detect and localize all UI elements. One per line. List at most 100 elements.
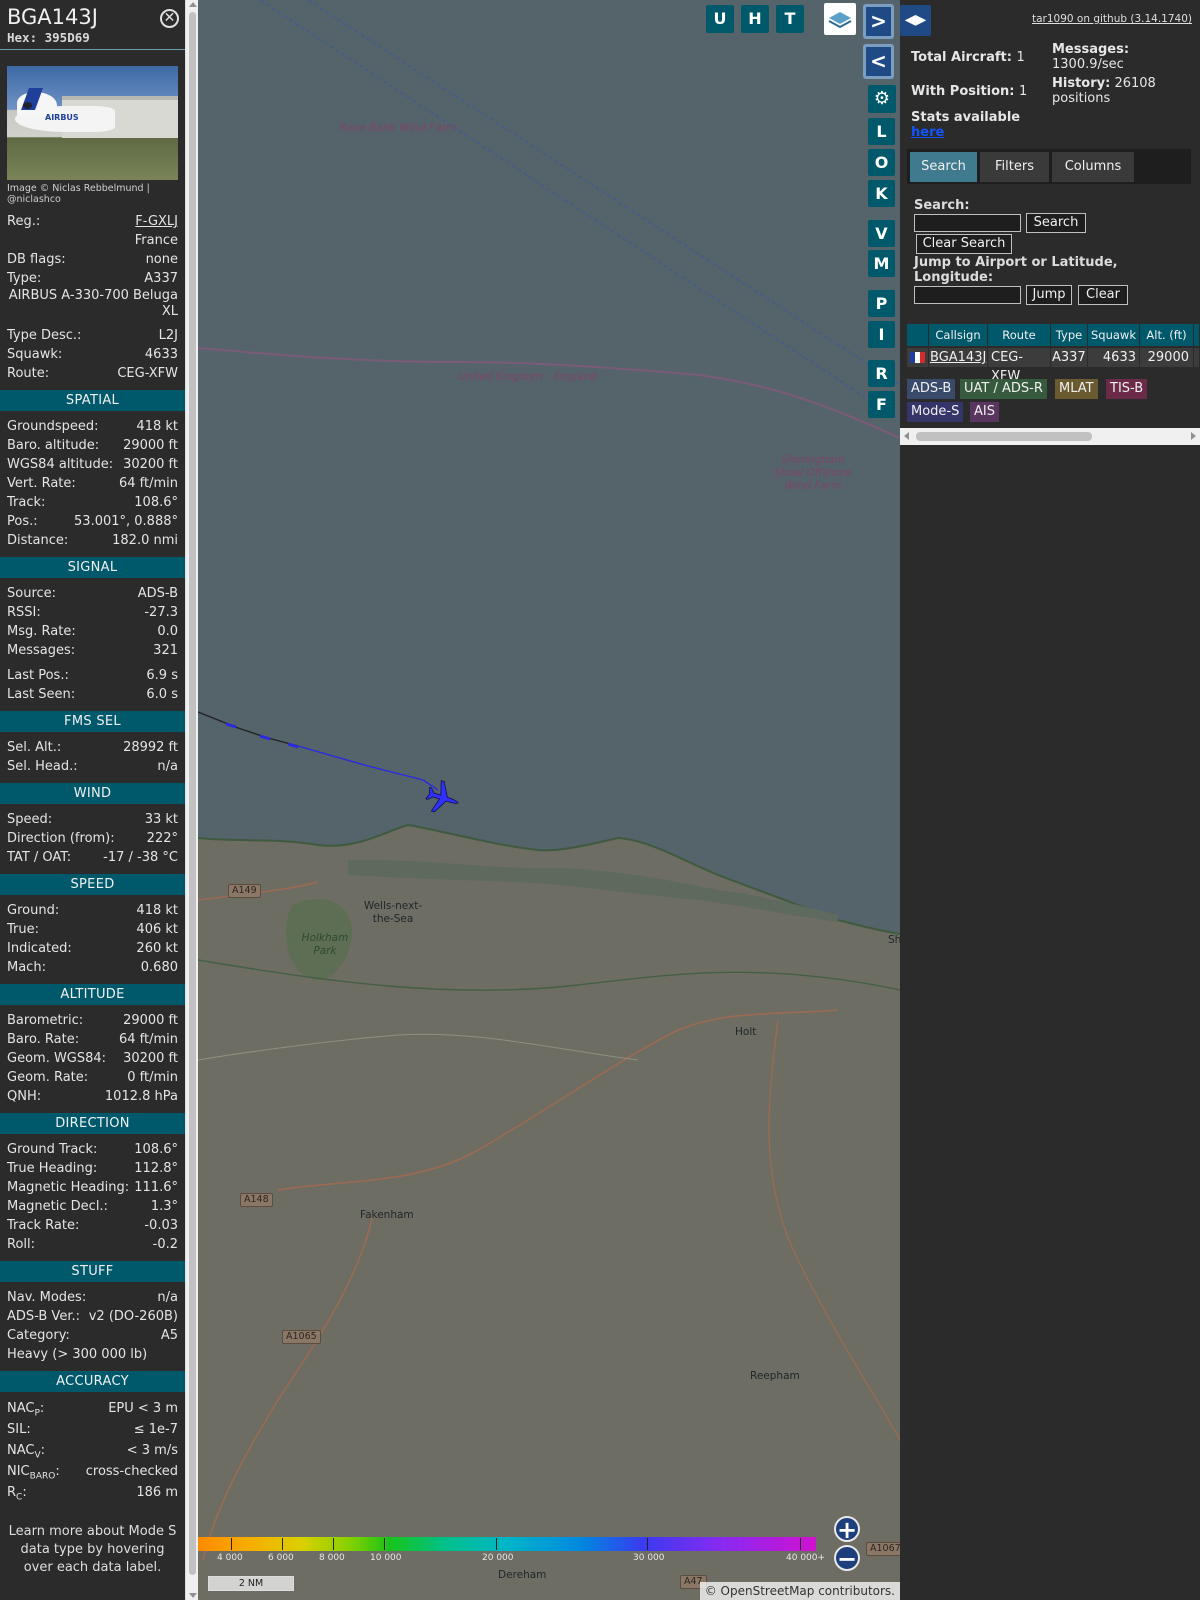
scroll-up-icon[interactable] xyxy=(189,2,197,7)
table-row-route[interactable]: CEG-XFW xyxy=(988,348,1051,384)
scroll-down-icon[interactable] xyxy=(189,1593,197,1598)
map-button-m[interactable]: M xyxy=(868,250,895,277)
speed-label[interactable]: Mach: xyxy=(7,958,46,977)
map-button-l[interactable]: L xyxy=(868,118,895,145)
clear-search-button[interactable]: Clear Search xyxy=(916,234,1012,254)
signal-label[interactable]: Messages: xyxy=(7,641,75,660)
github-link[interactable]: tar1090 on github (3.14.1740) xyxy=(1032,13,1192,25)
signal-label[interactable]: Msg. Rate: xyxy=(7,622,76,641)
stuff-label[interactable]: Category: xyxy=(7,1326,70,1345)
map-view[interactable]: Race Bank Wind Farm United Kingdom Engla… xyxy=(198,0,900,1600)
map-button-r[interactable]: R xyxy=(868,360,895,387)
direction-label[interactable]: Magnetic Heading: xyxy=(7,1178,129,1197)
signal-label[interactable]: Last Pos.: xyxy=(7,666,69,685)
search-button[interactable]: Search xyxy=(1026,213,1086,233)
direction-label[interactable]: Roll: xyxy=(7,1235,35,1254)
info-scrollbar[interactable] xyxy=(185,0,198,1600)
column-header-squawk[interactable]: Squawk xyxy=(1088,324,1140,346)
signal-label[interactable]: Source: xyxy=(7,584,56,603)
accuracy-label[interactable]: RC: xyxy=(7,1482,27,1503)
map-button-k[interactable]: K xyxy=(868,180,895,207)
fms-label[interactable]: Sel. Head.: xyxy=(7,757,78,776)
clear-button[interactable]: Clear xyxy=(1078,285,1128,305)
column-header-callsign[interactable]: Callsign xyxy=(929,324,988,346)
altitude-label[interactable]: Geom. WGS84: xyxy=(7,1049,106,1068)
wind-label[interactable]: Speed: xyxy=(7,810,52,829)
accuracy-label[interactable]: NACV: xyxy=(7,1440,45,1461)
scroll-left-icon[interactable] xyxy=(904,432,909,440)
spatial-label[interactable]: Baro. altitude: xyxy=(7,436,99,455)
accuracy-label[interactable]: NACP: xyxy=(7,1398,44,1419)
spatial-label[interactable]: Vert. Rate: xyxy=(7,474,76,493)
signal-label[interactable]: Last Seen: xyxy=(7,685,75,704)
accuracy-label[interactable]: SIL: xyxy=(7,1419,31,1440)
direction-label[interactable]: Magnetic Decl.: xyxy=(7,1197,108,1216)
spatial-label[interactable]: Groundspeed: xyxy=(7,417,98,436)
map-button-i[interactable]: I xyxy=(868,321,895,348)
aircraft-photo[interactable]: AIRBUS xyxy=(7,66,178,180)
tab-columns[interactable]: Columns xyxy=(1052,152,1134,182)
spatial-label[interactable]: Track: xyxy=(7,493,45,512)
map-button-h[interactable]: H xyxy=(741,5,769,33)
toggle-sidebar-button[interactable]: ◀▶ xyxy=(900,5,931,36)
fms-label[interactable]: Sel. Alt.: xyxy=(7,738,61,757)
stuff-label[interactable]: Nav. Modes: xyxy=(7,1288,86,1307)
column-header-route[interactable]: Route xyxy=(988,324,1051,346)
source-pill-ais[interactable]: AIS xyxy=(970,402,999,422)
source-pill-ads-b[interactable]: ADS-B xyxy=(907,379,956,399)
spatial-label[interactable]: Pos.: xyxy=(7,512,38,531)
signal-label[interactable]: RSSI: xyxy=(7,603,41,622)
tab-search[interactable]: Search xyxy=(910,152,977,182)
direction-label[interactable]: True Heading: xyxy=(7,1159,97,1178)
spatial-label[interactable]: Distance: xyxy=(7,531,68,550)
reg-link[interactable]: F-GXLJ xyxy=(135,212,178,231)
jump-input[interactable] xyxy=(914,286,1021,304)
table-horizontal-scrollbar[interactable] xyxy=(900,428,1200,445)
direction-label[interactable]: Track Rate: xyxy=(7,1216,79,1235)
layers-button[interactable] xyxy=(824,3,856,35)
collapse-left-button[interactable]: < xyxy=(863,44,894,79)
map-button-v[interactable]: V xyxy=(868,220,895,247)
column-header-altitude[interactable]: Alt. (ft) xyxy=(1140,324,1194,346)
wind-label[interactable]: Direction (from): xyxy=(7,829,115,848)
tab-filters[interactable]: Filters xyxy=(980,152,1049,182)
table-row-squawk[interactable]: 4633 xyxy=(1088,348,1140,367)
zoom-in-button[interactable]: + xyxy=(834,1516,860,1542)
table-row-callsign[interactable]: BGA143J xyxy=(929,348,988,367)
source-pill-tis-b[interactable]: TIS-B xyxy=(1106,379,1148,399)
aircraft-icon[interactable] xyxy=(420,780,470,820)
map-button-u[interactable]: U xyxy=(706,5,734,33)
speed-label[interactable]: True: xyxy=(7,920,39,939)
accuracy-label[interactable]: NICBARO: xyxy=(7,1461,60,1482)
source-pill-mode-s[interactable]: Mode-S xyxy=(907,402,964,422)
settings-button[interactable]: ⚙ xyxy=(868,85,896,113)
table-row-type[interactable]: A337 xyxy=(1051,348,1088,367)
speed-label[interactable]: Indicated: xyxy=(7,939,72,958)
stuff-label[interactable]: ADS-B Ver.: xyxy=(7,1307,80,1326)
source-pill-uat-ads-r[interactable]: UAT / ADS-R xyxy=(960,379,1047,399)
zoom-out-button[interactable]: − xyxy=(834,1545,860,1571)
column-header-type[interactable]: Type xyxy=(1051,324,1088,346)
stats-here-link[interactable]: here xyxy=(911,125,944,140)
spatial-label[interactable]: WGS84 altitude: xyxy=(7,455,113,474)
map-button-o[interactable]: O xyxy=(868,149,895,176)
direction-label[interactable]: Ground Track: xyxy=(7,1140,97,1159)
scroll-thumb[interactable] xyxy=(189,12,196,1575)
wind-label[interactable]: TAT / OAT: xyxy=(7,848,71,867)
speed-label[interactable]: Ground: xyxy=(7,901,59,920)
search-input[interactable] xyxy=(914,214,1021,232)
jump-button[interactable]: Jump xyxy=(1026,285,1072,305)
table-row-altitude[interactable]: 29000 xyxy=(1140,348,1194,367)
altitude-label[interactable]: Barometric: xyxy=(7,1011,83,1030)
altitude-label[interactable]: QNH: xyxy=(7,1087,41,1106)
altitude-label[interactable]: Baro. Rate: xyxy=(7,1030,79,1049)
close-icon[interactable]: ✕ xyxy=(160,9,179,28)
map-button-f[interactable]: F xyxy=(868,391,895,418)
altitude-label[interactable]: Geom. Rate: xyxy=(7,1068,88,1087)
scroll-right-icon[interactable] xyxy=(1191,432,1196,440)
map-button-p[interactable]: P xyxy=(868,290,895,317)
map-button-t[interactable]: T xyxy=(776,5,804,33)
expand-right-button[interactable]: > xyxy=(863,4,894,39)
horizontal-scroll-thumb[interactable] xyxy=(916,432,1092,441)
table-row-flag[interactable] xyxy=(907,348,929,367)
